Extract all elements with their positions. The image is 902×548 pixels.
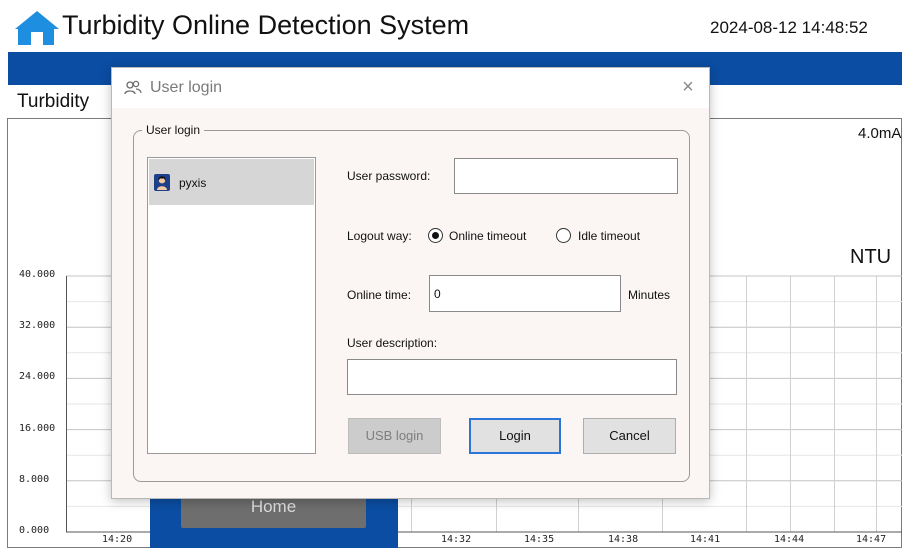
y-tick-label: 24.000	[19, 371, 56, 383]
x-tick-label: 14:44	[774, 534, 805, 545]
group-title: User login	[142, 123, 205, 137]
minutes-label: Minutes	[628, 288, 671, 302]
online-timeout-label[interactable]: Online timeout	[449, 229, 526, 243]
user-avatar-icon	[154, 174, 170, 191]
y-tick-label: 0.000	[19, 525, 50, 536]
login-button[interactable]: Login	[469, 418, 561, 454]
y-tick-label: 8.000	[19, 473, 50, 485]
online-time-field[interactable]	[429, 275, 621, 312]
close-icon[interactable]: ×	[678, 77, 698, 97]
dialog-title: User login	[150, 79, 223, 96]
x-tick-label: 14:38	[608, 534, 639, 545]
x-tick-label: 14:20	[102, 534, 133, 545]
description-field[interactable]	[347, 359, 677, 395]
idle-timeout-label[interactable]: Idle timeout	[578, 229, 640, 243]
x-tick-label: 14:32	[441, 534, 472, 545]
x-tick-label: 14:47	[856, 534, 887, 545]
logout-way-label: Logout way:	[347, 229, 412, 243]
online-timeout-radio[interactable]	[428, 228, 443, 243]
y-tick-label: 40.000	[19, 269, 56, 280]
x-tick-label: 14:35	[524, 534, 555, 545]
list-item[interactable]: pyxis	[149, 159, 314, 205]
usb-login-button[interactable]: USB login	[348, 418, 441, 454]
description-label: User description:	[347, 336, 438, 350]
user-login-dialog: User login × User login pyxis User passw…	[111, 67, 710, 499]
current-reading: 4.0mA	[858, 125, 902, 142]
cancel-button[interactable]: Cancel	[583, 418, 676, 454]
password-field[interactable]	[454, 158, 678, 194]
unit-label: NTU	[850, 246, 892, 268]
app-title: Turbidity Online Detection System	[62, 10, 470, 40]
password-label: User password:	[347, 169, 431, 183]
home-icon[interactable]	[14, 10, 60, 46]
y-tick-label: 32.000	[19, 320, 56, 332]
users-icon	[124, 80, 142, 96]
panel-title: Turbidity	[17, 91, 90, 112]
home-button[interactable]: Home	[181, 494, 366, 528]
datetime-display: 2024-08-12 14:48:52	[710, 18, 868, 37]
idle-timeout-radio[interactable]	[556, 228, 571, 243]
user-name: pyxis	[179, 176, 207, 190]
x-tick-label: 14:41	[690, 534, 721, 545]
online-time-label: Online time:	[347, 288, 412, 302]
user-list[interactable]: pyxis	[147, 157, 316, 454]
y-tick-label: 16.000	[19, 422, 56, 434]
